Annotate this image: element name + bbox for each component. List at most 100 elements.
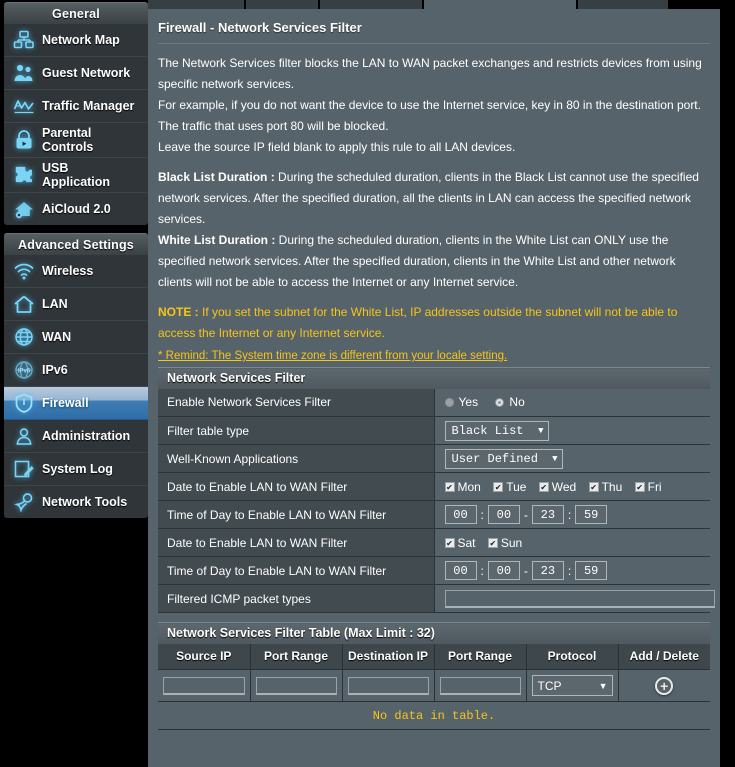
radio-no[interactable]: No xyxy=(495,395,525,409)
weekend-start-hour-input[interactable] xyxy=(444,561,477,580)
weekday-time-colon-2: : xyxy=(567,507,572,522)
sidebar-list-general: Network Map Guest Network Traffic Manage… xyxy=(4,24,148,225)
checkbox-sat-box xyxy=(444,538,455,549)
desc-line-1: The Network Services filter blocks the L… xyxy=(158,56,702,70)
sidebar-item-network-tools[interactable]: Network Tools xyxy=(4,486,148,518)
desc-line-5: Leave the source IP field blank to apply… xyxy=(158,140,516,154)
sidebar-group-title-general: General xyxy=(4,2,148,24)
tab-item-selected[interactable] xyxy=(424,0,576,9)
protocol-select[interactable]: TCP ▼ xyxy=(531,675,613,696)
row-well-known-applications: Well-Known Applications User Defined ▼ xyxy=(158,444,710,473)
note-paragraph: NOTE : If you set the subnet for the Whi… xyxy=(158,302,710,344)
sidebar-item-system-log[interactable]: System Log xyxy=(4,453,148,486)
checkbox-sat-label: Sat xyxy=(457,536,476,551)
chevron-down-icon: ▼ xyxy=(552,453,558,464)
sidebar-item-aicloud[interactable]: AiCloud 2.0 xyxy=(4,193,148,225)
checkbox-tue[interactable]: Tue xyxy=(493,480,526,494)
weekday-end-hour-input[interactable] xyxy=(531,505,564,524)
router-admin-page: General Network Map Guest Network Traffi… xyxy=(0,0,735,767)
network-services-filter-table: Network Services Filter Table (Max Limit… xyxy=(158,622,710,730)
sidebar-list-advanced: Wireless LAN WAN IPv6 IPv6 Firewall Admi… xyxy=(4,255,148,518)
filtered-icmp-label: Filtered ICMP packet types xyxy=(158,584,435,613)
tab-item-5[interactable] xyxy=(578,0,668,9)
radio-yes[interactable]: Yes xyxy=(444,395,479,409)
filtered-icmp-value xyxy=(434,584,715,613)
sidebar-item-label: System Log xyxy=(42,462,113,476)
sidebar-item-lan[interactable]: LAN xyxy=(4,288,148,321)
well-known-applications-label: Well-Known Applications xyxy=(158,444,435,473)
weekday-start-minute-input[interactable] xyxy=(487,505,520,524)
sidebar-item-parental-controls[interactable]: Parental Controls xyxy=(4,123,148,158)
weekday-end-minute-input[interactable] xyxy=(575,505,608,524)
weekend-time-value: : - : xyxy=(434,556,710,585)
radio-no-dot xyxy=(495,397,505,407)
timezone-remind-link[interactable]: * Remind: The System time zone is differ… xyxy=(158,350,507,362)
sidebar-item-usb-application[interactable]: USB Application xyxy=(4,158,148,193)
destination-ip-input[interactable] xyxy=(347,676,429,695)
weekend-start-minute-input[interactable] xyxy=(487,561,520,580)
sidebar-group-title-advanced: Advanced Settings xyxy=(4,233,148,255)
checkbox-sun-box xyxy=(487,538,498,549)
checkbox-sat[interactable]: Sat xyxy=(444,536,476,551)
weekday-start-hour-input[interactable] xyxy=(444,505,477,524)
sidebar-item-ipv6[interactable]: IPv6 IPv6 xyxy=(4,354,148,387)
checkbox-wed-label: Wed xyxy=(551,480,577,495)
sidebar-item-label: Wireless xyxy=(42,264,94,278)
source-ip-input[interactable] xyxy=(163,676,245,695)
top-tab-bar xyxy=(148,0,735,9)
destination-port-range-input[interactable] xyxy=(439,676,521,695)
well-known-applications-select[interactable]: User Defined ▼ xyxy=(444,448,563,469)
checkbox-fri-label: Fri xyxy=(647,480,662,495)
sidebar-item-wireless[interactable]: Wireless xyxy=(4,255,148,288)
sidebar-item-label: LAN xyxy=(42,297,68,311)
checkbox-sun-label: Sun xyxy=(500,536,523,551)
filter-table-type-value: Black List ▼ xyxy=(434,416,710,445)
checkbox-sun[interactable]: Sun xyxy=(487,536,523,551)
sidebar-item-label: Traffic Manager xyxy=(42,99,135,113)
source-port-range-input[interactable] xyxy=(255,676,337,695)
checkbox-fri-box xyxy=(634,482,645,493)
desc-line-3: For example, if you do not want the devi… xyxy=(158,98,701,112)
sidebar-item-traffic-manager[interactable]: Traffic Manager xyxy=(4,90,148,123)
well-known-applications-value: User Defined ▼ xyxy=(434,444,710,473)
weekend-end-minute-input[interactable] xyxy=(575,561,608,580)
row-filter-table-type: Filter table type Black List ▼ xyxy=(158,416,710,445)
sidebar-item-administration[interactable]: Administration xyxy=(4,420,148,453)
checkbox-thu-box xyxy=(588,482,599,493)
filtered-icmp-input[interactable] xyxy=(444,589,715,608)
weekend-end-hour-input[interactable] xyxy=(531,561,564,580)
checkbox-wed[interactable]: Wed xyxy=(538,480,577,495)
panel-gap xyxy=(158,613,710,622)
parental-controls-icon xyxy=(10,127,38,153)
checkbox-mon-box xyxy=(444,482,455,493)
tab-item-2[interactable] xyxy=(246,0,318,9)
white-list-duration-label: White List Duration : xyxy=(158,233,276,247)
traffic-manager-icon xyxy=(10,93,38,119)
lan-icon xyxy=(10,291,38,317)
weekday-time-value: : - : xyxy=(434,500,710,529)
main-region: Firewall - Network Services Filter The N… xyxy=(148,0,735,767)
cell-source-ip xyxy=(158,669,251,702)
sidebar-item-network-map[interactable]: Network Map xyxy=(4,24,148,57)
radio-yes-label: Yes xyxy=(458,395,479,409)
cell-destination-ip xyxy=(342,669,435,702)
checkbox-fri[interactable]: Fri xyxy=(634,480,662,495)
tab-item-3[interactable] xyxy=(320,0,422,9)
checkbox-mon[interactable]: Mon xyxy=(444,480,481,494)
firewall-shield-icon xyxy=(10,390,38,416)
system-log-icon xyxy=(10,456,38,482)
chevron-down-icon: ▼ xyxy=(598,680,608,691)
plus-circle-icon[interactable]: + xyxy=(655,676,674,695)
enable-filter-label: Enable Network Services Filter xyxy=(158,388,435,417)
checkbox-thu[interactable]: Thu xyxy=(588,480,622,494)
sidebar-item-wan[interactable]: WAN xyxy=(4,321,148,354)
weekday-time-label: Time of Day to Enable LAN to WAN Filter xyxy=(158,500,435,529)
row-weekday-date: Date to Enable LAN to WAN Filter Mon Tue xyxy=(158,472,710,501)
note-text: If you set the subnet for the White List… xyxy=(158,305,678,340)
filter-table-type-select[interactable]: Black List ▼ xyxy=(444,420,549,441)
ipv6-icon: IPv6 xyxy=(10,357,38,383)
well-known-applications-selected-value: User Defined xyxy=(451,451,538,466)
sidebar-item-firewall[interactable]: Firewall xyxy=(4,387,148,420)
sidebar-item-guest-network[interactable]: Guest Network xyxy=(4,57,148,90)
tab-item-1[interactable] xyxy=(148,0,244,9)
